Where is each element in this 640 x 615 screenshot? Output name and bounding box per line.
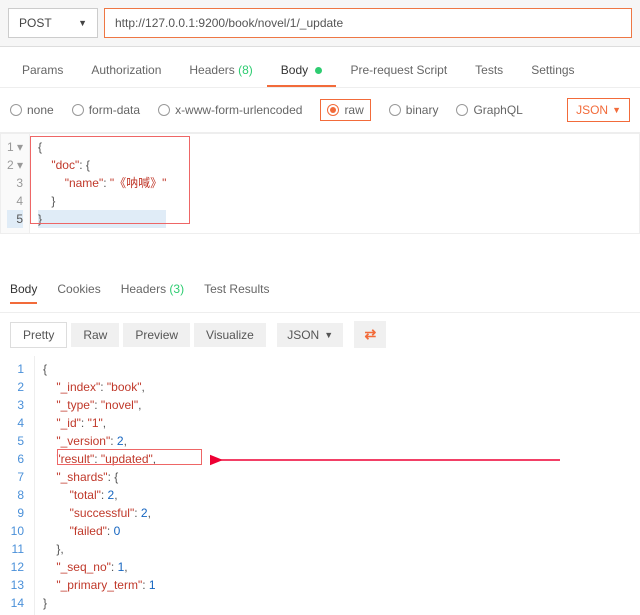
radio-icon [456,104,468,116]
radio-icon [158,104,170,116]
radio-icon [10,104,22,116]
tab-prerequest[interactable]: Pre-request Script [336,55,461,87]
tab-authorization[interactable]: Authorization [77,55,175,87]
response-body-editor[interactable]: 1234567891011121314 { "_index": "book", … [0,356,640,615]
response-tabs: Body Cookies Headers (3) Test Results [0,274,640,313]
radio-raw[interactable]: raw [320,99,370,121]
response-language-select[interactable]: JSON ▼ [277,323,343,347]
body-language-select[interactable]: JSON ▼ [567,98,630,122]
body-modified-dot-icon [315,67,322,74]
chevron-down-icon: ▼ [324,330,333,340]
tab-headers[interactable]: Headers (8) [175,55,266,87]
request-body-editor[interactable]: 1 ▾2 ▾345 { "doc": { "name": "《呐喊》" } } [0,133,640,234]
code-area[interactable]: { "doc": { "name": "《呐喊》" } } [30,134,174,233]
tab-params[interactable]: Params [8,55,77,87]
radio-graphql[interactable]: GraphQL [456,103,522,117]
tab-settings[interactable]: Settings [517,55,588,87]
radio-icon [389,104,401,116]
body-type-row: none form-data x-www-form-urlencoded raw… [0,88,640,133]
radio-binary[interactable]: binary [389,103,439,117]
resp-tab-body[interactable]: Body [10,282,37,304]
radio-icon [327,104,339,116]
radio-xwww[interactable]: x-www-form-urlencoded [158,103,302,117]
http-method-select[interactable]: POST ▼ [8,8,98,38]
radio-formdata[interactable]: form-data [72,103,140,117]
tab-tests[interactable]: Tests [461,55,517,87]
http-method-value: POST [19,16,52,30]
view-pretty[interactable]: Pretty [10,322,67,348]
request-tabs: Params Authorization Headers (8) Body Pr… [0,47,640,88]
radio-none[interactable]: none [10,103,54,117]
view-raw[interactable]: Raw [71,323,119,347]
response-gutter: 1234567891011121314 [0,356,34,615]
line-gutter: 1 ▾2 ▾345 [1,134,30,233]
headers-count: (8) [238,63,253,77]
resp-tab-headers[interactable]: Headers (3) [121,282,184,304]
chevron-down-icon: ▼ [78,18,87,28]
tab-body[interactable]: Body [267,55,337,87]
resp-headers-count: (3) [169,282,184,296]
response-code-area: { "_index": "book", "_type": "novel", "_… [34,356,640,615]
response-view-bar: Pretty Raw Preview Visualize JSON ▼ ⇄ [0,313,640,356]
view-preview[interactable]: Preview [123,323,190,347]
url-value: http://127.0.0.1:9200/book/novel/1/_upda… [115,16,343,30]
radio-icon [72,104,84,116]
url-input[interactable]: http://127.0.0.1:9200/book/novel/1/_upda… [104,8,632,38]
wrap-lines-icon[interactable]: ⇄ [354,321,386,348]
chevron-down-icon: ▼ [612,105,621,115]
view-visualize[interactable]: Visualize [194,323,266,347]
resp-tab-cookies[interactable]: Cookies [57,282,100,304]
resp-tab-tests[interactable]: Test Results [204,282,269,304]
